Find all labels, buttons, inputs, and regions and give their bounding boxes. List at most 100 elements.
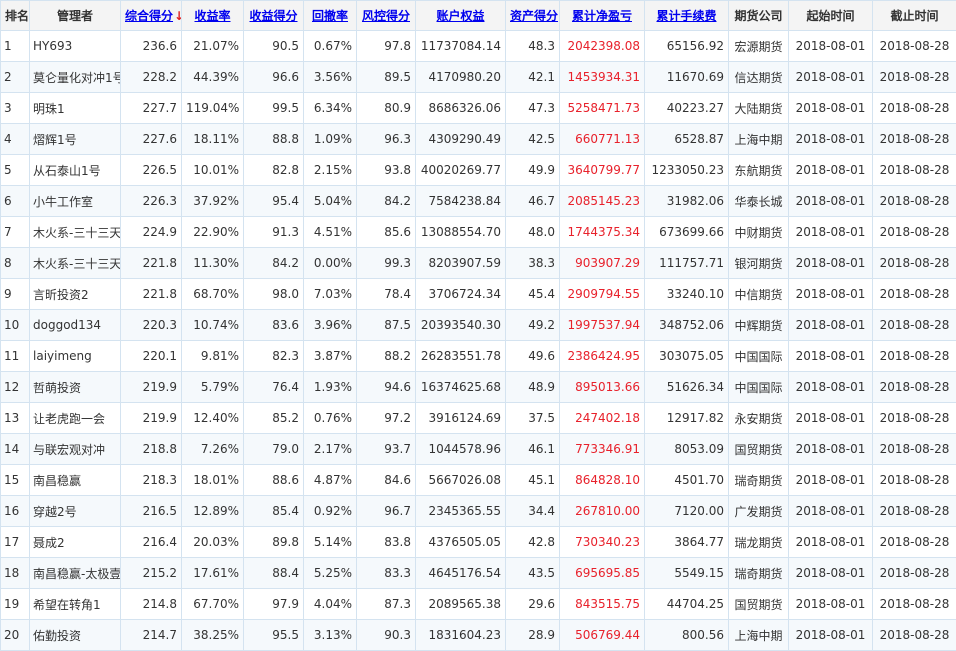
cell-return-rate: 17.61% [182,558,244,589]
cell-composite-score: 218.8 [121,434,182,465]
cell-asset-score: 37.5 [506,403,560,434]
cell-equity: 4309290.49 [416,124,506,155]
cell-composite-score: 215.2 [121,558,182,589]
cell-fees: 8053.09 [645,434,729,465]
cell-fees: 40223.27 [645,93,729,124]
header-risk-score-link[interactable]: 风控得分 [362,9,410,23]
cell-return-rate: 9.81% [182,341,244,372]
table-row: 11laiyimeng220.19.81%82.33.87%88.2262835… [1,341,956,372]
cell-drawdown: 2.17% [304,434,357,465]
cell-risk-score: 87.5 [357,310,416,341]
cell-manager: 与联宏观对冲 [30,434,121,465]
cell-broker: 银河期货 [729,248,789,279]
header-row: 排名管理者综合得分↓收益率收益得分回撤率风控得分账户权益资产得分累计净盈亏累计手… [1,1,956,31]
cell-fees: 5549.15 [645,558,729,589]
cell-drawdown: 2.15% [304,155,357,186]
cell-end-date: 2018-08-28 [873,155,956,186]
cell-rank: 15 [1,465,30,496]
cell-asset-score: 34.4 [506,496,560,527]
header-drawdown-link[interactable]: 回撤率 [312,9,348,23]
header-fees-link[interactable]: 累计手续费 [656,9,716,23]
cell-end-date: 2018-08-28 [873,217,956,248]
header-equity-link[interactable]: 账户权益 [436,9,484,23]
header-risk-score[interactable]: 风控得分 [357,1,416,31]
cell-risk-score: 93.8 [357,155,416,186]
cell-manager: HY693 [30,31,121,62]
cell-fees: 33240.10 [645,279,729,310]
cell-broker: 广发期货 [729,496,789,527]
cell-end-date: 2018-08-28 [873,589,956,620]
table-row: 7木火系-三十三天224.922.90%91.34.51%85.61308855… [1,217,956,248]
header-asset-score-link[interactable]: 资产得分 [510,9,558,23]
table-header: 排名管理者综合得分↓收益率收益得分回撤率风控得分账户权益资产得分累计净盈亏累计手… [1,1,956,31]
cell-manager: 熠辉1号 [30,124,121,155]
header-composite-score[interactable]: 综合得分↓ [121,1,182,31]
sort-desc-arrow-icon: ↓ [174,9,181,23]
header-return-rate-link[interactable]: 收益率 [194,9,230,23]
cell-net-pnl: 1744375.34 [560,217,645,248]
cell-drawdown: 6.34% [304,93,357,124]
cell-return-rate: 68.70% [182,279,244,310]
cell-composite-score: 224.9 [121,217,182,248]
cell-asset-score: 48.9 [506,372,560,403]
cell-manager: 哲萌投资 [30,372,121,403]
header-composite-score-link[interactable]: 综合得分 [125,9,173,23]
header-return-rate[interactable]: 收益率 [182,1,244,31]
cell-equity: 20393540.30 [416,310,506,341]
cell-drawdown: 4.51% [304,217,357,248]
cell-net-pnl: 247402.18 [560,403,645,434]
header-rank: 排名 [1,1,30,31]
cell-return-rate: 12.40% [182,403,244,434]
cell-rank: 13 [1,403,30,434]
cell-return-score: 88.4 [244,558,304,589]
cell-return-rate: 44.39% [182,62,244,93]
cell-equity: 26283551.78 [416,341,506,372]
cell-start-date: 2018-08-01 [789,31,873,62]
cell-fees: 6528.87 [645,124,729,155]
cell-drawdown: 5.25% [304,558,357,589]
cell-net-pnl: 895013.66 [560,372,645,403]
cell-return-score: 82.3 [244,341,304,372]
cell-fees: 12917.82 [645,403,729,434]
table-row: 17聂成2216.420.03%89.85.14%83.84376505.054… [1,527,956,558]
cell-equity: 7584238.84 [416,186,506,217]
cell-net-pnl: 3640799.77 [560,155,645,186]
header-return-score[interactable]: 收益得分 [244,1,304,31]
cell-net-pnl: 695695.85 [560,558,645,589]
table-row: 3明珠1227.7119.04%99.56.34%80.98686326.064… [1,93,956,124]
header-asset-score[interactable]: 资产得分 [506,1,560,31]
cell-risk-score: 87.3 [357,589,416,620]
cell-net-pnl: 5258471.73 [560,93,645,124]
cell-rank: 4 [1,124,30,155]
cell-asset-score: 49.6 [506,341,560,372]
cell-drawdown: 3.96% [304,310,357,341]
table-row: 13让老虎跑一会219.912.40%85.20.76%97.23916124.… [1,403,956,434]
cell-return-rate: 5.79% [182,372,244,403]
cell-return-rate: 20.03% [182,527,244,558]
cell-net-pnl: 730340.23 [560,527,645,558]
cell-end-date: 2018-08-28 [873,434,956,465]
cell-manager: 从石泰山1号 [30,155,121,186]
cell-drawdown: 5.04% [304,186,357,217]
cell-risk-score: 97.8 [357,31,416,62]
header-fees[interactable]: 累计手续费 [645,1,729,31]
header-net-pnl-link[interactable]: 累计净盈亏 [572,9,632,23]
cell-asset-score: 42.5 [506,124,560,155]
cell-equity: 16374625.68 [416,372,506,403]
cell-manager: 穿越2号 [30,496,121,527]
cell-fees: 1233050.23 [645,155,729,186]
header-equity[interactable]: 账户权益 [416,1,506,31]
cell-equity: 4376505.05 [416,527,506,558]
cell-asset-score: 46.1 [506,434,560,465]
cell-composite-score: 228.2 [121,62,182,93]
cell-rank: 8 [1,248,30,279]
table-row: 6小牛工作室226.337.92%95.45.04%84.27584238.84… [1,186,956,217]
cell-risk-score: 97.2 [357,403,416,434]
header-net-pnl[interactable]: 累计净盈亏 [560,1,645,31]
header-drawdown[interactable]: 回撤率 [304,1,357,31]
cell-end-date: 2018-08-28 [873,496,956,527]
table-row: 9言昕投资2221.868.70%98.07.03%78.43706724.34… [1,279,956,310]
header-return-score-link[interactable]: 收益得分 [249,9,297,23]
cell-rank: 7 [1,217,30,248]
cell-manager: doggod134 [30,310,121,341]
